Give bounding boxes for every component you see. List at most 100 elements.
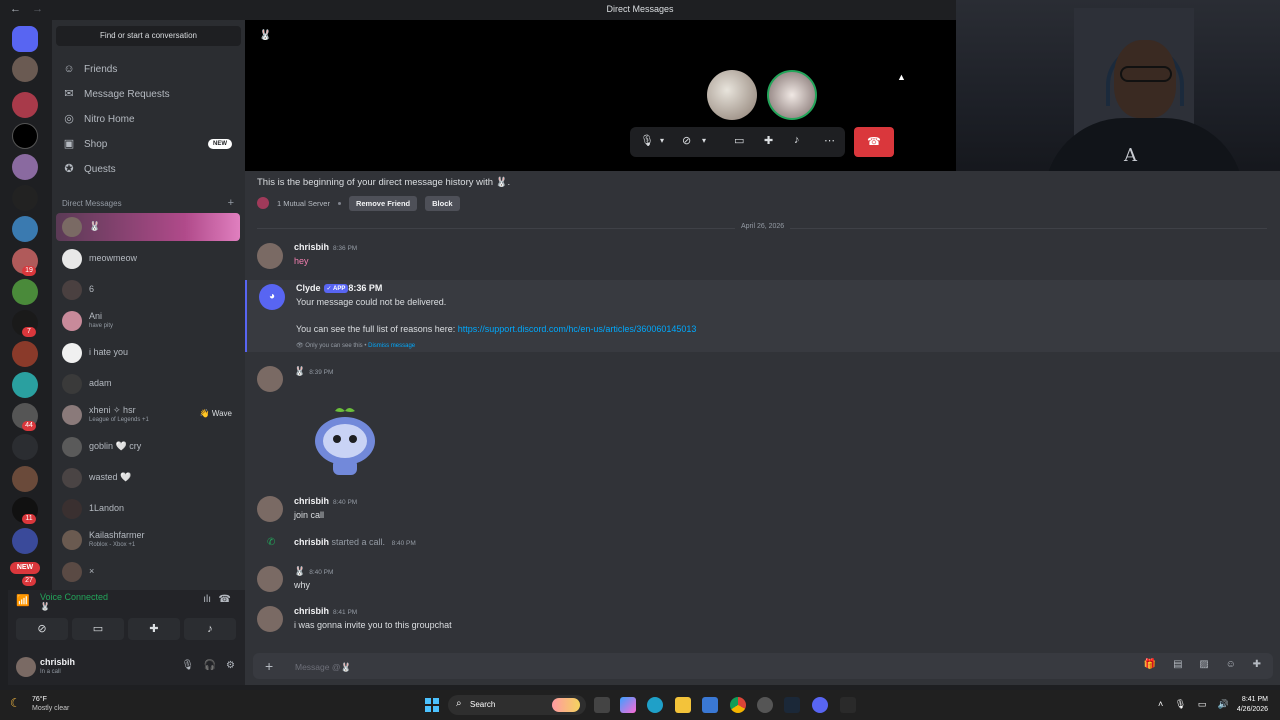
server-icon[interactable] [12, 372, 38, 398]
noise-suppression-icon[interactable]: ılı [203, 594, 211, 605]
server-icon[interactable] [12, 434, 38, 460]
server-icon[interactable] [12, 279, 38, 305]
clyde-avatar[interactable]: ◕ [259, 284, 285, 310]
message-author[interactable]: 🐰 8:39 PM [294, 366, 333, 377]
avatar[interactable] [257, 606, 283, 632]
participant-avatar-speaking[interactable] [767, 70, 817, 120]
avatar[interactable] [257, 243, 283, 269]
steam-icon[interactable] [784, 697, 800, 713]
dm-item-kailashfarmer[interactable]: Kailashfarmer Roblox - Xbox +1 [56, 526, 240, 554]
volume-icon[interactable]: 🔊 [1218, 699, 1229, 709]
nav-friends[interactable]: ☺ Friends [58, 58, 238, 80]
server-icon[interactable] [12, 56, 38, 82]
wumpus-sticker[interactable] [307, 401, 383, 477]
dm-item-meowmeow[interactable]: meowmeow [56, 245, 240, 273]
dm-item-i-hate-you[interactable]: i hate you [56, 339, 240, 367]
store-icon[interactable] [702, 697, 718, 713]
sticker-icon[interactable]: ▨ [1199, 659, 1208, 670]
camera-off-icon[interactable]: ⊘ [682, 134, 691, 147]
microphone-icon[interactable]: 🎙 [1175, 699, 1186, 709]
camera-off-icon[interactable]: ⊘ [16, 618, 68, 640]
screen-share-icon[interactable]: ▭ [734, 134, 744, 147]
server-icon[interactable] [12, 466, 38, 492]
task-view-icon[interactable] [594, 697, 610, 713]
gear-icon[interactable]: ⚙ [226, 660, 235, 671]
microphone-icon[interactable]: 🎙 [640, 134, 654, 147]
voice-status[interactable]: Voice Connected [40, 592, 108, 602]
server-icon[interactable] [12, 123, 38, 149]
file-explorer-icon[interactable] [675, 697, 691, 713]
block-button[interactable]: Block [425, 195, 460, 211]
emoji-icon[interactable]: ☺ [1226, 659, 1236, 670]
avatar[interactable] [257, 496, 283, 522]
message-author[interactable]: Clyde ✓ APP 8:36 PM [296, 283, 382, 293]
app-icon[interactable] [757, 697, 773, 713]
more-icon[interactable]: ⋯ [824, 134, 835, 147]
apps-icon[interactable]: ✚ [1253, 659, 1261, 670]
remove-friend-button[interactable]: Remove Friend [348, 195, 418, 211]
screen-share-icon[interactable]: ▭ [72, 618, 124, 640]
chevron-down-icon[interactable]: ▾ [660, 136, 664, 145]
microphone-icon[interactable]: 🎙 [181, 660, 194, 671]
soundboard-icon[interactable]: ♪ [794, 134, 800, 146]
avatar[interactable] [16, 657, 36, 677]
avatar[interactable] [257, 366, 283, 392]
server-icon[interactable] [12, 528, 38, 554]
weather-icon[interactable]: ☾ [10, 696, 21, 710]
find-conversation-button[interactable]: Find or start a conversation [56, 26, 241, 46]
dm-item-6[interactable]: 6 [56, 276, 240, 304]
message-author[interactable]: chrisbih 8:41 PM [294, 606, 357, 616]
dm-item-adam[interactable]: adam [56, 370, 240, 398]
discord-home-icon[interactable] [12, 26, 38, 52]
chevron-down-icon[interactable]: ▾ [702, 136, 706, 145]
server-icon[interactable] [12, 154, 38, 180]
server-icon[interactable] [12, 92, 38, 118]
nav-quests[interactable]: ✪ Quests [58, 158, 238, 180]
start-button[interactable] [425, 698, 439, 712]
disconnect-icon[interactable]: ☎ [219, 594, 231, 605]
support-link[interactable]: https://support.discord.com/hc/en-us/art… [458, 324, 697, 334]
upload-plus-icon[interactable]: + [265, 658, 273, 674]
dm-item-wasted[interactable]: wasted 🤍 [56, 464, 240, 492]
dm-item-goblin[interactable]: goblin 🤍 cry [56, 433, 240, 461]
server-icon[interactable] [12, 216, 38, 242]
dm-item-bunny[interactable]: 🐰 [56, 213, 240, 241]
network-icon[interactable]: ▭ [1198, 699, 1207, 709]
create-dm-icon[interactable]: + [228, 197, 234, 209]
message-input[interactable]: Message @🐰 [295, 662, 351, 673]
chevron-up-icon[interactable]: ˄ [1158, 699, 1163, 709]
participant-avatar[interactable] [707, 70, 757, 120]
dm-item-1landon[interactable]: 1Landon [56, 495, 240, 523]
server-icon[interactable] [12, 185, 38, 211]
headphones-icon[interactable]: 🎧 [204, 660, 216, 671]
server-icon[interactable] [12, 341, 38, 367]
nav-shop[interactable]: ▣ Shop NEW [58, 133, 238, 155]
message-author[interactable]: chrisbih 8:40 PM [294, 496, 357, 506]
gift-icon[interactable]: 🎁 [1144, 659, 1156, 670]
dm-item-x[interactable]: × [56, 558, 240, 586]
message-author[interactable]: chrisbih 8:36 PM [294, 242, 357, 252]
weather-temp[interactable]: 76°F [32, 696, 47, 703]
mutual-servers[interactable]: 1 Mutual Server [277, 199, 330, 208]
discord-icon[interactable] [812, 697, 828, 713]
dm-item-xheni[interactable]: xheni ✧ hsr League of Legends +1 👋 Wave [56, 401, 240, 429]
chrome-icon[interactable] [730, 697, 746, 713]
taskbar-clock[interactable]: 8:41 PM 4/26/2026 [1237, 695, 1268, 715]
wave-button[interactable]: 👋 Wave [200, 409, 232, 418]
nav-message-requests[interactable]: ✉ Message Requests [58, 83, 238, 105]
dm-item-ani[interactable]: Ani have pity [56, 307, 240, 335]
nav-nitro-home[interactable]: ◎ Nitro Home [58, 108, 238, 130]
avatar[interactable] [257, 566, 283, 592]
activities-icon[interactable]: ✚ [764, 134, 773, 147]
edge-icon[interactable] [647, 697, 663, 713]
copilot-icon[interactable] [620, 697, 636, 713]
soundboard-icon[interactable]: ♪ [184, 618, 236, 640]
taskbar-search[interactable]: ⌕ Search [448, 695, 586, 715]
hang-up-button[interactable]: ☎ [854, 127, 894, 157]
message-input-box[interactable]: + Message @🐰 🎁 ▤ ▨ ☺ ✚ [253, 653, 1273, 679]
epic-games-icon[interactable] [840, 697, 856, 713]
dismiss-message-link[interactable]: Dismiss message [368, 343, 415, 349]
activities-icon[interactable]: ✚ [128, 618, 180, 640]
message-author[interactable]: 🐰 8:40 PM [294, 566, 333, 577]
gif-icon[interactable]: ▤ [1173, 659, 1182, 670]
